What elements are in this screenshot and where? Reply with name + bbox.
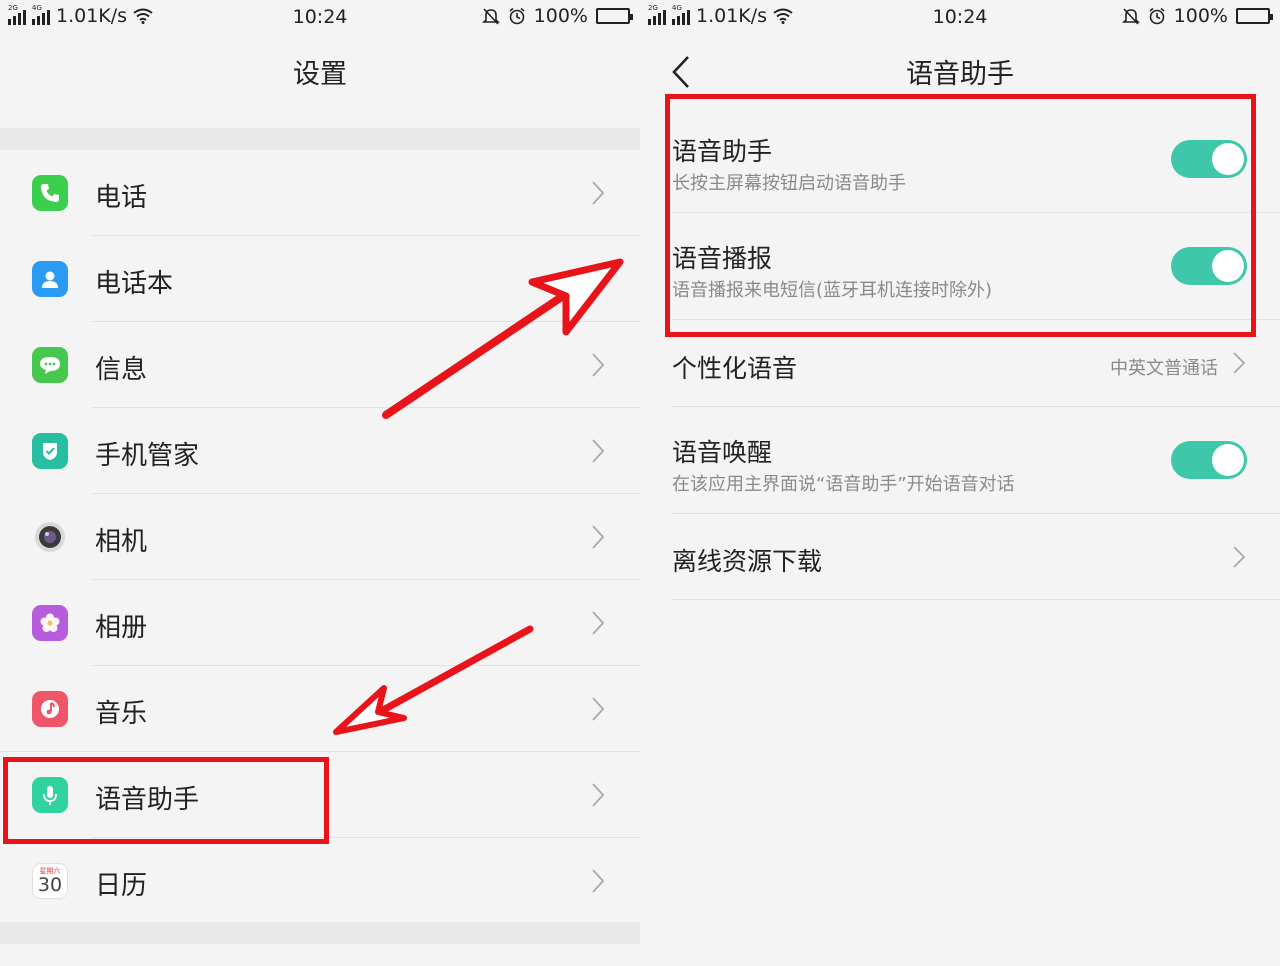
title-bar: 设置 — [0, 34, 640, 106]
settings-item[interactable]: 音乐 — [0, 666, 640, 752]
setting-title: 离线资源下载 — [672, 547, 823, 576]
settings-item-label: 音乐 — [95, 699, 148, 729]
setting-title: 语音播报 — [672, 244, 773, 273]
settings-item-label: 语音助手 — [95, 785, 200, 815]
alarm-icon — [1149, 7, 1165, 25]
voice-broadcast-toggle[interactable] — [1171, 247, 1247, 285]
personalized-voice-setting[interactable]: 个性化语音 中英文普通话 — [672, 320, 1280, 407]
voice-wakeup-setting[interactable]: 语音唤醒 在该应用主界面说“语音助手”开始语音对话 — [672, 407, 1280, 514]
settings-screen: 2G 4G 1.01K/s 10:24 100% 设置 电话电话本信息手机管家相… — [0, 0, 640, 966]
voice-wakeup-toggle[interactable] — [1171, 441, 1247, 479]
title-bar: 语音助手 — [640, 34, 1280, 106]
settings-item[interactable]: 电话 — [0, 150, 640, 236]
section-gap — [0, 128, 640, 150]
status-bar: 2G 4G 1.01K/s 10:24 100% — [640, 0, 1280, 34]
status-right: 100% — [1121, 5, 1273, 27]
phone-icon — [32, 175, 68, 211]
alarm-icon — [509, 7, 525, 25]
status-bar: 2G 4G 1.01K/s 10:24 100% — [0, 0, 640, 34]
setting-subtitle: 语音播报来电短信(蓝牙耳机连接时除外) — [672, 280, 993, 301]
offline-resource-download[interactable]: 离线资源下载 — [672, 514, 1280, 600]
gallery-icon — [32, 605, 68, 641]
mute-bell-icon — [1121, 8, 1140, 25]
settings-item-label: 日历 — [95, 871, 148, 901]
chevron-right-icon — [592, 611, 605, 635]
chevron-right-icon — [592, 525, 605, 549]
divider — [672, 599, 1280, 600]
contacts-icon — [32, 261, 68, 297]
chevron-right-icon — [592, 869, 605, 893]
setting-title: 语音助手 — [672, 137, 773, 166]
camera-icon — [32, 519, 68, 555]
chevron-right-icon — [592, 267, 605, 291]
settings-item-label: 相册 — [95, 613, 148, 643]
chevron-right-icon — [592, 181, 605, 205]
mute-bell-icon — [481, 8, 500, 25]
toggle-knob — [1212, 250, 1244, 282]
toggle-knob — [1212, 444, 1244, 476]
setting-subtitle: 在该应用主界面说“语音助手”开始语音对话 — [672, 474, 1015, 495]
settings-item-label: 手机管家 — [95, 441, 200, 471]
voice-assistant-setting[interactable]: 语音助手 长按主屏幕按钮启动语音助手 — [672, 106, 1280, 213]
battery-icon — [1236, 8, 1273, 24]
setting-value: 中英文普通话 — [1110, 358, 1218, 379]
status-right: 100% — [481, 5, 633, 27]
battery-percent: 100% — [1173, 5, 1228, 27]
music-icon — [32, 691, 68, 727]
settings-item-label: 信息 — [95, 355, 148, 385]
chevron-right-icon — [592, 439, 605, 463]
toggle-knob — [1212, 143, 1244, 175]
settings-item-label: 相机 — [95, 527, 148, 557]
voice-broadcast-setting[interactable]: 语音播报 语音播报来电短信(蓝牙耳机连接时除外) — [672, 213, 1280, 320]
settings-item[interactable]: 语音助手 — [0, 752, 640, 838]
voice-assistant-screen: 2G 4G 1.01K/s 10:24 100% 语音助手 语音助手 长按主屏幕… — [640, 0, 1280, 966]
chevron-right-icon — [1233, 352, 1246, 374]
microphone-icon — [32, 777, 68, 813]
chevron-right-icon — [592, 353, 605, 377]
settings-item[interactable]: 相机 — [0, 494, 640, 580]
battery-icon — [596, 8, 633, 24]
setting-title: 语音唤醒 — [672, 438, 773, 467]
settings-item-label: 电话 — [95, 183, 148, 213]
chevron-right-icon — [592, 697, 605, 721]
phone-manager-icon — [32, 433, 68, 469]
calendar-day: 30 — [37, 874, 63, 896]
voice-assistant-toggle[interactable] — [1171, 140, 1247, 178]
page-title: 设置 — [293, 59, 347, 90]
message-icon — [32, 347, 68, 383]
settings-item[interactable]: 手机管家 — [0, 408, 640, 494]
chevron-right-icon — [1233, 546, 1246, 568]
section-gap-bottom — [0, 922, 640, 944]
settings-item[interactable]: 相册 — [0, 580, 640, 666]
chevron-right-icon — [592, 783, 605, 807]
settings-item-label: 电话本 — [95, 269, 174, 299]
setting-title: 个性化语音 — [672, 354, 798, 383]
battery-percent: 100% — [533, 5, 588, 27]
setting-subtitle: 长按主屏幕按钮启动语音助手 — [672, 173, 906, 194]
settings-item[interactable]: 电话本 — [0, 236, 640, 322]
settings-item[interactable]: 星期六 30 日历 — [0, 838, 640, 924]
settings-item[interactable]: 信息 — [0, 322, 640, 408]
page-title: 语音助手 — [906, 59, 1014, 90]
calendar-icon: 星期六 30 — [32, 863, 68, 899]
